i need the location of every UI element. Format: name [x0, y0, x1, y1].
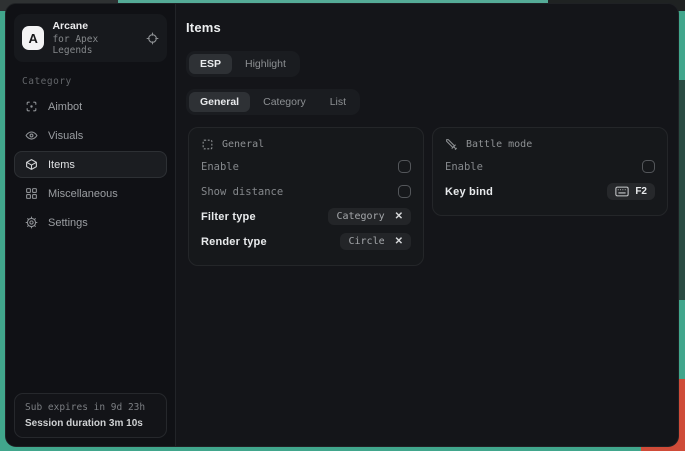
keybind-button[interactable]: F2: [607, 183, 655, 200]
sidebar-item-items[interactable]: Items: [14, 151, 167, 178]
dashed-box-icon: [201, 138, 214, 151]
page-title: Items: [186, 20, 668, 35]
sub-expires-text: Sub expires in 9d 23h: [25, 402, 156, 413]
mode-tabs: ESP Highlight: [186, 51, 300, 77]
panel-title: General: [222, 139, 264, 150]
sidebar-item-label: Items: [48, 159, 75, 171]
setting-row-filter-type: Filter type Category ✕: [201, 204, 411, 229]
session-duration-text: Session duration 3m 10s: [25, 418, 156, 429]
tab-highlight[interactable]: Highlight: [234, 54, 297, 74]
sidebar-item-visuals[interactable]: Visuals: [14, 122, 167, 149]
tab-list[interactable]: List: [319, 92, 357, 112]
sidebar-item-label: Aimbot: [48, 101, 82, 113]
sidebar-item-settings[interactable]: Settings: [14, 209, 167, 236]
sidebar-item-miscellaneous[interactable]: Miscellaneous: [14, 180, 167, 207]
crosshair-icon[interactable]: [146, 32, 159, 45]
sidebar-item-label: Miscellaneous: [48, 188, 118, 200]
setting-label: Key bind: [445, 186, 493, 198]
panel-battle-mode: Battle mode Enable Key bind: [432, 127, 668, 216]
setting-row-key-bind: Key bind F2: [445, 179, 655, 204]
keyboard-icon: [615, 186, 629, 197]
clear-icon[interactable]: ✕: [395, 237, 403, 247]
gear-icon: [25, 216, 38, 229]
sidebar: A Arcane for Apex Legends Category: [6, 4, 176, 446]
brand-subtitle: for Apex Legends: [52, 34, 138, 56]
keybind-value: F2: [635, 186, 647, 197]
setting-label: Enable: [445, 161, 483, 173]
brand-title: Arcane: [52, 20, 138, 32]
brand-card: A Arcane for Apex Legends: [14, 14, 167, 62]
sword-icon: [445, 138, 458, 151]
view-tabs: General Category List: [186, 89, 360, 115]
sidebar-item-label: Visuals: [48, 130, 83, 142]
panel-general-header: General: [201, 138, 411, 151]
tab-category[interactable]: Category: [252, 92, 317, 112]
panels-row: General Enable Show distance Filter type…: [188, 127, 668, 266]
setting-row-show-distance: Show distance: [201, 179, 411, 204]
brand-text: Arcane for Apex Legends: [52, 20, 138, 56]
panel-general: General Enable Show distance Filter type…: [188, 127, 424, 266]
logo-letter: A: [29, 31, 38, 46]
clear-icon[interactable]: ✕: [395, 212, 403, 222]
package-icon: [25, 158, 38, 171]
setting-label: Enable: [201, 161, 239, 173]
select-value: Circle: [348, 236, 384, 247]
view-tab-row: General Category List: [186, 89, 668, 115]
setting-row-enable: Enable: [445, 154, 655, 179]
show-distance-checkbox[interactable]: [398, 185, 411, 198]
select-value: Category: [336, 211, 384, 222]
aimbot-crosshair-icon: [25, 100, 38, 113]
tab-general[interactable]: General: [189, 92, 250, 112]
filter-type-select[interactable]: Category ✕: [328, 208, 411, 225]
enable-checkbox[interactable]: [398, 160, 411, 173]
setting-row-enable: Enable: [201, 154, 411, 179]
setting-label: Filter type: [201, 211, 256, 223]
sidebar-nav: Aimbot Visuals Items: [14, 93, 167, 236]
tab-esp[interactable]: ESP: [189, 54, 232, 74]
eye-icon: [25, 129, 38, 142]
battle-enable-checkbox[interactable]: [642, 160, 655, 173]
app-window: A Arcane for Apex Legends Category: [5, 3, 679, 447]
sidebar-item-aimbot[interactable]: Aimbot: [14, 93, 167, 120]
sidebar-item-label: Settings: [48, 217, 88, 229]
render-type-select[interactable]: Circle ✕: [340, 233, 411, 250]
grid-icon: [25, 187, 38, 200]
setting-row-render-type: Render type Circle ✕: [201, 229, 411, 254]
setting-label: Show distance: [201, 186, 283, 198]
session-info-card: Sub expires in 9d 23h Session duration 3…: [14, 393, 167, 438]
main-content: Items ESP Highlight General Category Lis…: [176, 4, 678, 446]
mode-tab-row: ESP Highlight: [186, 51, 668, 77]
app-logo: A: [22, 26, 44, 50]
panel-battle-header: Battle mode: [445, 138, 655, 151]
panel-title: Battle mode: [466, 139, 532, 150]
background-strip: [678, 80, 685, 300]
sidebar-section-label: Category: [22, 76, 167, 87]
setting-label: Render type: [201, 236, 267, 248]
